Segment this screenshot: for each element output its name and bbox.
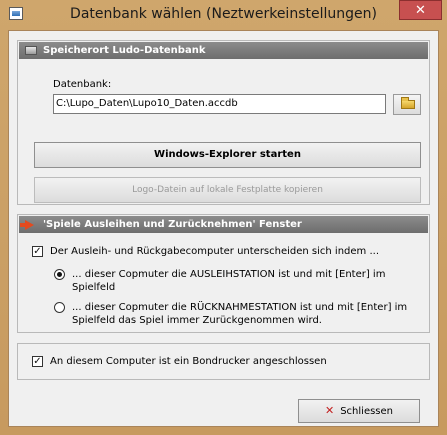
receipt-printer-checkbox[interactable]: ✓ — [32, 356, 43, 367]
lending-station-label: ... dieser Copmuter die AUSLEIHSTATION i… — [72, 268, 417, 294]
printer-group: ✓ An diesem Computer ist ein Bondrucker … — [17, 343, 430, 380]
browse-folder-button[interactable] — [393, 94, 421, 115]
lending-station-radio[interactable] — [54, 269, 65, 280]
lending-header-label: 'Spiele Ausleihen und Zurücknehmen' Fens… — [43, 219, 302, 230]
receipt-printer-label: An diesem Computer ist ein Bondrucker an… — [50, 356, 327, 367]
windows-explorer-button[interactable]: Windows-Explorer starten — [34, 142, 421, 168]
copy-logos-button[interactable]: Logo-Datein auf lokale Festplatte kopier… — [34, 177, 421, 203]
storage-group: Speicherort Ludo-Datenbank Datenbank: C:… — [17, 40, 430, 205]
drive-icon — [25, 46, 37, 55]
lending-station-line2: Spielfeld — [72, 282, 116, 293]
distinguish-checkbox[interactable]: ✓ — [32, 246, 43, 257]
window-title: Datenbank wählen (Neztwerkeinstellungen) — [70, 6, 377, 22]
storage-header-label: Speicherort Ludo-Datenbank — [43, 45, 206, 56]
close-dialog-label: Schliessen — [340, 406, 394, 417]
database-path-input[interactable]: C:\Lupo_Daten\Lupo10_Daten.accdb — [53, 94, 386, 114]
database-label: Datenbank: — [53, 79, 112, 90]
storage-group-header: Speicherort Ludo-Datenbank — [19, 42, 428, 59]
distinguish-label: Der Ausleih- und Rückgabecomputer unters… — [50, 246, 380, 257]
folder-icon — [401, 97, 415, 109]
lending-station-line1: ... dieser Copmuter die AUSLEIHSTATION i… — [72, 269, 386, 280]
return-station-line2: Spielfeld das Spiel immer Zurückgenommen… — [72, 315, 322, 326]
arrow-right-icon — [20, 220, 34, 230]
close-icon: ✕ — [324, 404, 335, 417]
return-station-radio[interactable] — [54, 302, 65, 313]
dialog-window: Datenbank wählen (Neztwerkeinstellungen)… — [0, 0, 447, 435]
return-station-label: ... dieser Copmuter die RÜCKNAHMESTATION… — [72, 301, 422, 327]
dialog-client-area: Speicherort Ludo-Datenbank Datenbank: C:… — [8, 30, 439, 427]
title-bar[interactable]: Datenbank wählen (Neztwerkeinstellungen)… — [0, 0, 447, 30]
window-close-button[interactable]: ✕ — [399, 0, 442, 20]
return-station-line1: ... dieser Copmuter die RÜCKNAHMESTATION… — [72, 302, 408, 313]
close-dialog-button[interactable]: ✕ Schliessen — [298, 399, 420, 423]
lending-group: 'Spiele Ausleihen und Zurücknehmen' Fens… — [17, 214, 430, 333]
lending-group-header: 'Spiele Ausleihen und Zurücknehmen' Fens… — [19, 216, 428, 233]
